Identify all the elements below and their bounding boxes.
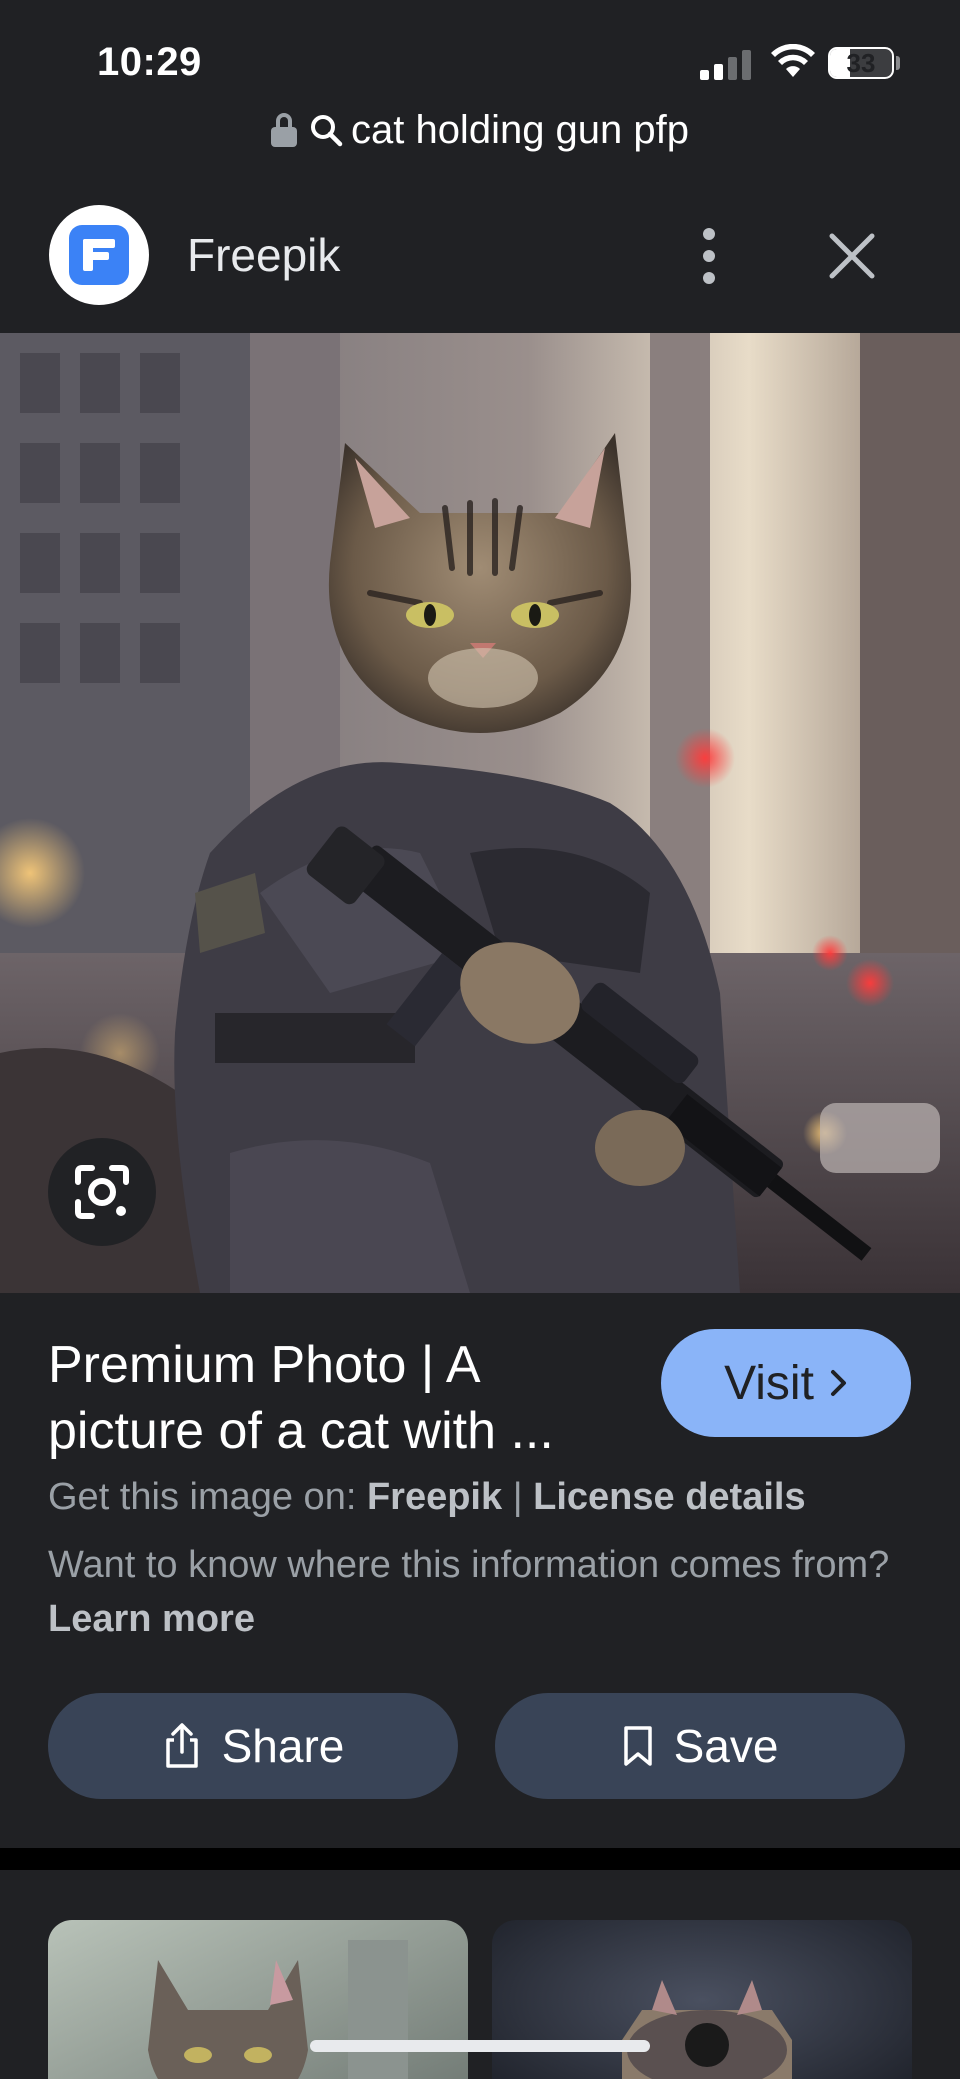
related-image-1[interactable] xyxy=(48,1920,468,2079)
share-label: Share xyxy=(221,1720,345,1772)
visit-label: Visit xyxy=(724,1356,814,1410)
save-label: Save xyxy=(673,1720,779,1772)
site-name: Freepik xyxy=(187,229,341,281)
info-line: Want to know where this information come… xyxy=(48,1538,908,1646)
battery-percentage: 33 xyxy=(846,48,876,78)
cellular-signal-icon xyxy=(700,48,752,80)
learn-more-link[interactable]: Learn more xyxy=(48,1598,255,1640)
related-image-2[interactable] xyxy=(492,1920,912,2079)
source-prefix: Get this image on: xyxy=(48,1476,357,1518)
save-button[interactable]: Save xyxy=(495,1693,905,1799)
lens-button[interactable] xyxy=(48,1138,156,1246)
result-title[interactable]: Premium Photo | A picture of a cat with … xyxy=(48,1332,648,1464)
lens-icon xyxy=(75,1165,129,1219)
wifi-icon xyxy=(771,44,815,77)
source-link[interactable]: Freepik xyxy=(367,1476,502,1518)
battery-icon: 33 xyxy=(828,47,894,79)
share-icon xyxy=(165,1723,198,1768)
chevron-right-icon xyxy=(830,1370,846,1396)
close-icon[interactable] xyxy=(826,230,878,282)
info-prefix: Want to know where this information come… xyxy=(48,1544,890,1586)
home-indicator[interactable] xyxy=(310,2040,650,2052)
share-button[interactable]: Share xyxy=(48,1693,458,1799)
search-query: cat holding gun pfp xyxy=(350,107,690,152)
more-vert-icon[interactable] xyxy=(690,228,728,284)
status-bar: 10:29 33 xyxy=(0,0,960,100)
battery-nub xyxy=(896,56,900,70)
source-line: Get this image on: Freepik | License det… xyxy=(48,1476,806,1519)
section-divider xyxy=(0,1848,960,1870)
license-details-link[interactable]: License details xyxy=(533,1476,805,1518)
search-icon xyxy=(310,115,343,147)
freepik-logo xyxy=(49,205,149,305)
lock-icon xyxy=(270,113,297,147)
address-bar[interactable]: cat holding gun pfp xyxy=(0,100,960,160)
visit-button[interactable]: Visit xyxy=(661,1329,911,1437)
bookmark-icon xyxy=(623,1726,652,1766)
status-time: 10:29 xyxy=(97,40,202,84)
source-separator: | xyxy=(512,1476,523,1518)
